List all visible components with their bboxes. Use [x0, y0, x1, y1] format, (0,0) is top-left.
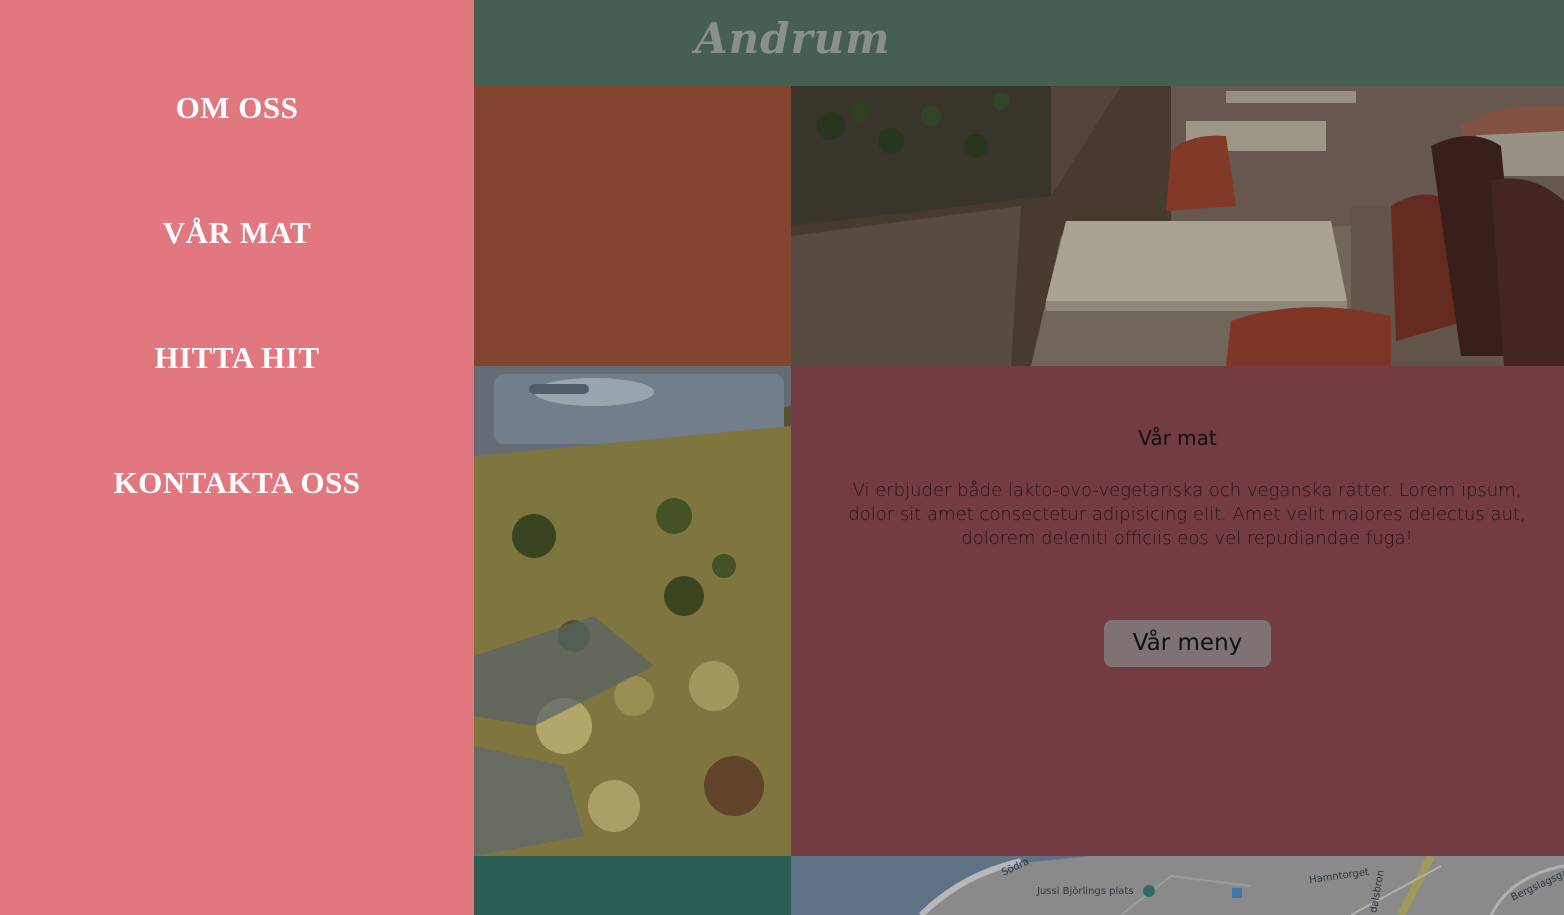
restaurant-interior-illustration — [791, 86, 1564, 366]
map-poi-icon — [1232, 888, 1242, 898]
sidebar-menu: OM OSS VÅR MAT HITTA HIT KONTAKTA OSS — [0, 0, 474, 915]
food-dish-image — [474, 366, 791, 856]
nav-item-hitta-hit[interactable]: HITTA HIT — [0, 340, 474, 376]
site-header: Andrum — [474, 0, 1564, 86]
section-title: Vår mat — [1138, 426, 1217, 450]
nav-item-var-mat[interactable]: VÅR MAT — [0, 215, 474, 251]
color-block — [474, 86, 791, 366]
map-embed[interactable]: Jussi Björlings plats Hamntorget Bergsla… — [791, 856, 1564, 915]
lasagna-illustration — [474, 366, 791, 856]
color-block-footer — [474, 856, 791, 915]
section-description: Vi erbjuder både lakto-ovo-vegetariska o… — [848, 480, 1526, 549]
map-place-label: Jussi Björlings plats — [1037, 886, 1134, 897]
map-illustration — [791, 856, 1564, 915]
restaurant-interior-image — [791, 86, 1564, 366]
map-pin-icon — [1143, 885, 1155, 897]
menu-button[interactable]: Vår meny — [1104, 620, 1271, 667]
food-info-panel: Vår mat Vi erbjuder både lakto-ovo-veget… — [791, 366, 1564, 856]
site-logo[interactable]: Andrum — [695, 14, 891, 63]
nav-item-om-oss[interactable]: OM OSS — [0, 90, 474, 126]
nav-item-kontakta-oss[interactable]: KONTAKTA OSS — [0, 465, 474, 501]
